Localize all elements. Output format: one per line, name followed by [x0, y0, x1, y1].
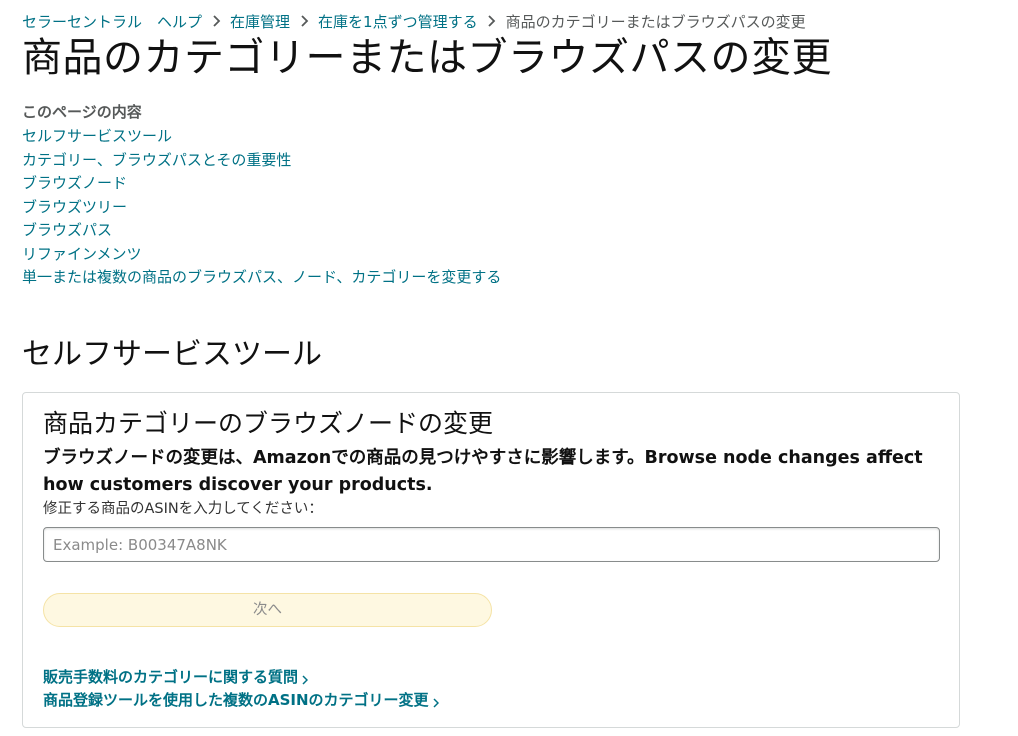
toc-link-refinements[interactable]: リファインメンツ	[22, 245, 142, 263]
list-item: ブラウズツリー	[22, 195, 722, 219]
tool-title: 商品カテゴリーのブラウズノードの変更	[43, 409, 494, 438]
asin-input[interactable]	[43, 527, 940, 562]
table-of-contents: このページの内容 セルフサービスツール カテゴリー、ブラウズパスとその重要性 ブ…	[22, 100, 722, 289]
fee-category-question-link[interactable]: 販売手数料のカテゴリーに関する質問	[43, 666, 439, 689]
breadcrumb-seller-central-help[interactable]: セラーセントラル ヘルプ	[22, 11, 202, 32]
fee-category-question-label: 販売手数料のカテゴリーに関する質問	[43, 668, 299, 686]
toc-link-browse-node[interactable]: ブラウズノード	[22, 174, 127, 192]
breadcrumb-manage-single-inventory[interactable]: 在庫を1点ずつ管理する	[318, 11, 478, 32]
toc-heading: このページの内容	[22, 103, 142, 121]
bulk-asin-category-change-link[interactable]: 商品登録ツールを使用した複数のASINのカテゴリー変更	[43, 689, 439, 712]
list-item: ブラウズノード	[22, 171, 722, 195]
next-button[interactable]: 次へ	[43, 593, 492, 627]
chevron-right-icon	[433, 689, 439, 712]
toc-link-browse-path[interactable]: ブラウズパス	[22, 221, 112, 239]
tool-description: ブラウズノードの変更は、Amazonでの商品の見つけやすさに影響します。Brow…	[43, 448, 923, 495]
toc-link-category-browse-path[interactable]: カテゴリー、ブラウズパスとその重要性	[22, 151, 291, 169]
browse-node-tool-panel: 商品カテゴリーのブラウズノードの変更 ブラウズノードの変更は、Amazonでの商…	[22, 392, 960, 728]
list-item: リファインメンツ	[22, 242, 722, 266]
list-item: カテゴリー、ブラウズパスとその重要性	[22, 148, 722, 172]
tool-links: 販売手数料のカテゴリーに関する質問 商品登録ツールを使用した複数のASINのカテ…	[43, 666, 439, 712]
toc-link-change-browse-path[interactable]: 単一または複数の商品のブラウズパス、ノード、カテゴリーを変更する	[22, 268, 501, 286]
toc-link-self-service-tool[interactable]: セルフサービスツール	[22, 127, 172, 145]
breadcrumb-current-page: 商品のカテゴリーまたはブラウズパスの変更	[505, 12, 806, 31]
chevron-right-icon	[290, 12, 318, 30]
list-item: セルフサービスツール	[22, 124, 722, 148]
asin-field-label: 修正する商品のASINを入力してください：	[43, 501, 323, 517]
section-heading: セルフサービスツール	[22, 337, 322, 372]
page-title: 商品のカテゴリーまたはブラウズパスの変更	[22, 35, 832, 81]
toc-link-browse-tree[interactable]: ブラウズツリー	[22, 198, 127, 216]
chevron-right-icon	[302, 666, 309, 689]
chevron-right-icon	[478, 12, 506, 30]
list-item: ブラウズパス	[22, 218, 722, 242]
bulk-asin-category-change-label: 商品登録ツールを使用した複数のASINのカテゴリー変更	[43, 691, 429, 709]
list-item: 単一または複数の商品のブラウズパス、ノード、カテゴリーを変更する	[22, 265, 722, 289]
breadcrumb-inventory-management[interactable]: 在庫管理	[230, 11, 290, 32]
toc-list: セルフサービスツール カテゴリー、ブラウズパスとその重要性 ブラウズノード ブラ…	[22, 124, 722, 289]
chevron-right-icon	[202, 12, 230, 30]
breadcrumb: セラーセントラル ヘルプ 在庫管理 在庫を1点ずつ管理する 商品のカテゴリーまた…	[22, 10, 806, 32]
